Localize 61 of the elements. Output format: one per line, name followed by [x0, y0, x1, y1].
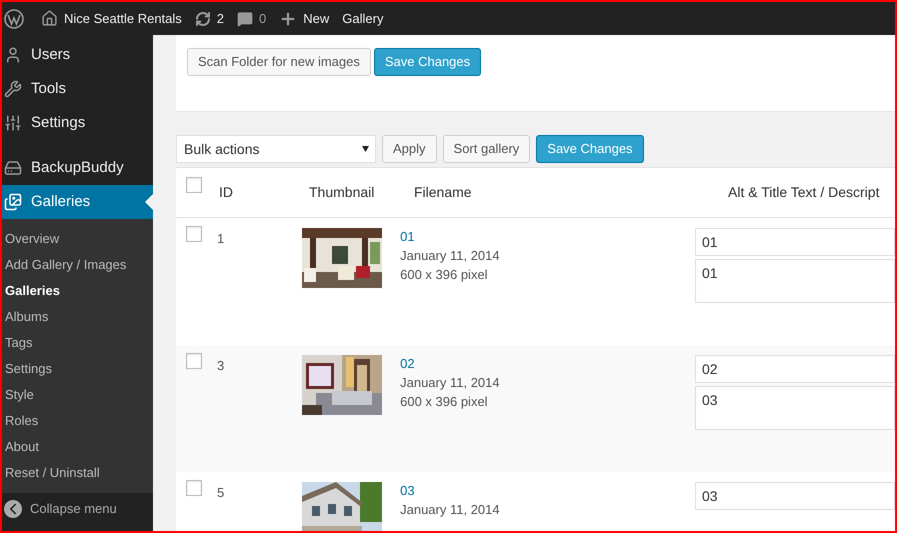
site-name-link[interactable]: Nice Seattle Rentals	[41, 8, 182, 28]
plus-icon	[279, 10, 298, 28]
column-header: Filename	[414, 183, 473, 202]
toolbar-button[interactable]: Apply	[382, 135, 437, 163]
sidebar-item[interactable]: Galleries	[2, 185, 153, 219]
submenu-item[interactable]: Galleries	[2, 278, 153, 304]
description-field[interactable]: 01	[694, 259, 895, 303]
size-text: 600 x 396 pixel	[400, 393, 488, 411]
scan-button[interactable]: Scan Folder for new images	[187, 48, 371, 76]
dropdown-caret-icon	[362, 146, 369, 152]
submenu-item[interactable]: About	[2, 434, 153, 460]
collapse-menu-button[interactable]: Collapse menu	[2, 499, 153, 518]
submenu-item[interactable]: Settings	[2, 356, 153, 382]
submenu-item[interactable]: Reset / Uninstall	[2, 460, 153, 486]
size-text: 600 x 396 pixel	[400, 266, 488, 284]
current-pointer-icon	[145, 194, 153, 210]
filename-link[interactable]: 01	[400, 227, 415, 246]
row-checkbox[interactable]	[186, 226, 202, 242]
date-text: January 11, 2014	[400, 374, 500, 392]
sidebar-item[interactable]: Tools	[2, 72, 153, 106]
date-text: January 11, 2014	[400, 501, 500, 519]
comment-icon	[237, 10, 254, 26]
column-header: Alt & Title Text / Descript	[728, 183, 880, 202]
column-header: ID	[219, 183, 234, 202]
filename-link[interactable]: 02	[400, 354, 415, 373]
images-icon	[4, 193, 22, 211]
person-icon	[4, 46, 22, 64]
drive-icon	[4, 159, 22, 177]
column-header: Thumbnail	[309, 183, 376, 202]
wordpress-logo-icon	[4, 8, 24, 28]
id-cell-text: 3	[216, 357, 226, 375]
submenu-item[interactable]: Albums	[2, 304, 153, 330]
toolbar-button[interactable]: Sort gallery	[442, 135, 530, 163]
home-icon	[41, 10, 58, 27]
sidebar-item[interactable]: BackupBuddy	[2, 151, 153, 185]
submenu-item[interactable]: Add Gallery / Images	[2, 252, 153, 278]
comments-link[interactable]: 0	[237, 8, 266, 28]
sidebar-item[interactable]: Settings	[2, 106, 153, 140]
row-checkbox[interactable]	[186, 353, 202, 369]
id-cell-text: 5	[216, 484, 226, 502]
wrench-icon	[4, 80, 22, 98]
alt-text-field[interactable]: 03	[694, 482, 895, 510]
filename-link[interactable]: 03	[400, 481, 415, 500]
bulk-actions-select[interactable]: Bulk actions	[176, 135, 376, 163]
submenu-item[interactable]: Style	[2, 382, 153, 408]
submenu-item[interactable]: Roles	[2, 408, 153, 434]
gallery-link[interactable]: Gallery	[342, 8, 384, 28]
alt-text-field[interactable]: 01	[694, 228, 895, 256]
date-text: January 11, 2014	[400, 247, 500, 265]
submenu-item[interactable]: Overview	[2, 226, 153, 252]
refresh-icon	[194, 10, 211, 26]
row-checkbox[interactable]	[186, 177, 202, 193]
row-checkbox[interactable]	[186, 480, 202, 496]
sliders-icon	[4, 114, 22, 132]
alt-text-field[interactable]: 02	[694, 355, 895, 383]
new-link[interactable]: New	[279, 8, 330, 28]
sidebar-item[interactable]: Users	[2, 38, 153, 72]
description-field[interactable]: 03	[694, 386, 895, 430]
submenu-item[interactable]: Tags	[2, 330, 153, 356]
id-cell-text: 1	[216, 230, 226, 248]
updates-link[interactable]: 2	[194, 8, 224, 28]
